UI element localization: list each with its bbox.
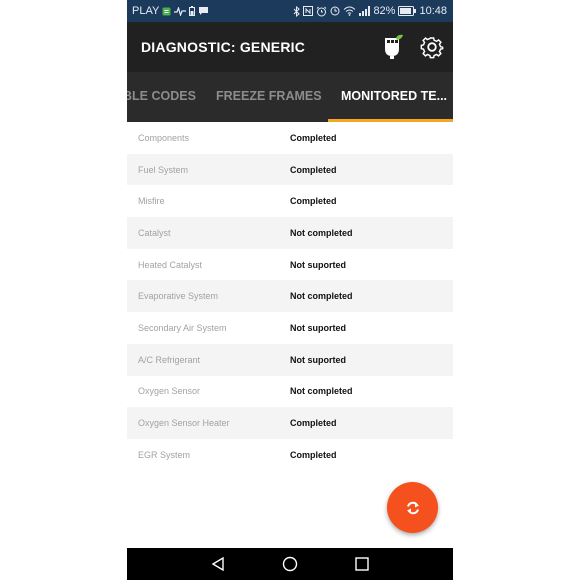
monitor-status: Not completed <box>290 227 353 238</box>
list-item: Catalyst Not completed <box>127 217 453 249</box>
wifi-icon <box>343 6 356 16</box>
page-title: DIAGNOSTIC: GENERIC <box>141 39 306 55</box>
monitor-status: Completed <box>290 132 337 143</box>
tab-monitored-tests[interactable]: MONITORED TE... <box>341 72 447 119</box>
back-button[interactable] <box>198 548 238 580</box>
status-time: 10:48 <box>419 5 447 17</box>
alarm-icon <box>316 6 327 17</box>
nfc-icon <box>303 6 314 16</box>
list-item: EGR System Completed <box>127 439 453 471</box>
chat-bubble-icon <box>198 6 209 16</box>
monitor-name: Secondary Air System <box>138 322 227 333</box>
status-left: PLAY <box>132 0 209 22</box>
heartbeat-icon <box>174 6 187 16</box>
battery-small-icon <box>189 6 196 16</box>
list-item: Heated Catalyst Not suported <box>127 249 453 281</box>
obd-dongle-icon[interactable] <box>381 34 405 60</box>
navigation-bar <box>127 548 453 580</box>
tab-bar: BLE CODES FREEZE FRAMES MONITORED TE... <box>127 72 453 122</box>
monitor-name: Oxygen Sensor Heater <box>138 418 230 429</box>
monitor-list: Components Completed Fuel System Completed… <box>127 122 453 471</box>
recents-icon <box>355 557 369 571</box>
monitor-status: Completed <box>290 164 337 175</box>
list-item: Components Completed <box>127 122 453 154</box>
status-right: 82% 10:48 <box>293 0 447 22</box>
tab-trouble-codes[interactable]: BLE CODES <box>127 72 196 119</box>
carrier-label: PLAY <box>132 5 160 17</box>
carrier-badge-icon <box>162 7 171 16</box>
list-item: Oxygen Sensor Not completed <box>127 376 453 408</box>
monitor-status: Not completed <box>290 386 353 397</box>
monitor-status: Not suported <box>290 354 346 365</box>
monitor-name: Components <box>138 132 190 143</box>
monitor-status: Not suported <box>290 259 346 270</box>
battery-icon <box>398 6 417 16</box>
back-icon <box>211 557 225 571</box>
refresh-button[interactable] <box>387 482 438 533</box>
tab-freeze-frames[interactable]: FREEZE FRAMES <box>216 72 322 119</box>
monitor-name: Oxygen Sensor <box>138 386 201 397</box>
list-item: Secondary Air System Not suported <box>127 312 453 344</box>
monitor-status: Completed <box>290 196 337 207</box>
monitor-status: Completed <box>290 418 337 429</box>
monitor-status: Completed <box>290 449 337 460</box>
list-item: Fuel System Completed <box>127 153 453 186</box>
list-item: Misfire Completed <box>127 185 453 217</box>
monitor-status: Not suported <box>290 322 346 333</box>
monitor-name: Evaporative System <box>138 291 219 302</box>
monitor-name: EGR System <box>138 449 191 460</box>
monitor-name: Heated Catalyst <box>138 259 203 270</box>
status-bar: PLAY 82% 10:48 <box>127 0 453 22</box>
signal-icon <box>359 6 371 16</box>
monitor-name: Catalyst <box>138 227 171 238</box>
list-item: Evaporative System Not completed <box>127 280 453 313</box>
gear-icon[interactable] <box>419 34 445 60</box>
monitor-name: A/C Refrigerant <box>138 354 201 365</box>
clock-icon <box>330 6 340 16</box>
battery-percent: 82% <box>373 5 396 17</box>
home-button[interactable] <box>270 548 310 580</box>
home-icon <box>282 556 298 572</box>
app-bar: DIAGNOSTIC: GENERIC <box>127 22 453 72</box>
list-item: A/C Refrigerant Not suported <box>127 343 453 376</box>
bluetooth-icon <box>293 5 301 17</box>
refresh-icon <box>404 499 422 517</box>
monitor-name: Fuel System <box>138 164 189 175</box>
phone-screen: PLAY 82% 10:48 DIAGNOSTIC: GENERIC BLE C… <box>127 0 453 580</box>
monitor-name: Misfire <box>138 196 165 207</box>
recents-button[interactable] <box>342 548 382 580</box>
list-item: Oxygen Sensor Heater Completed <box>127 407 453 439</box>
monitor-status: Not completed <box>290 291 353 302</box>
